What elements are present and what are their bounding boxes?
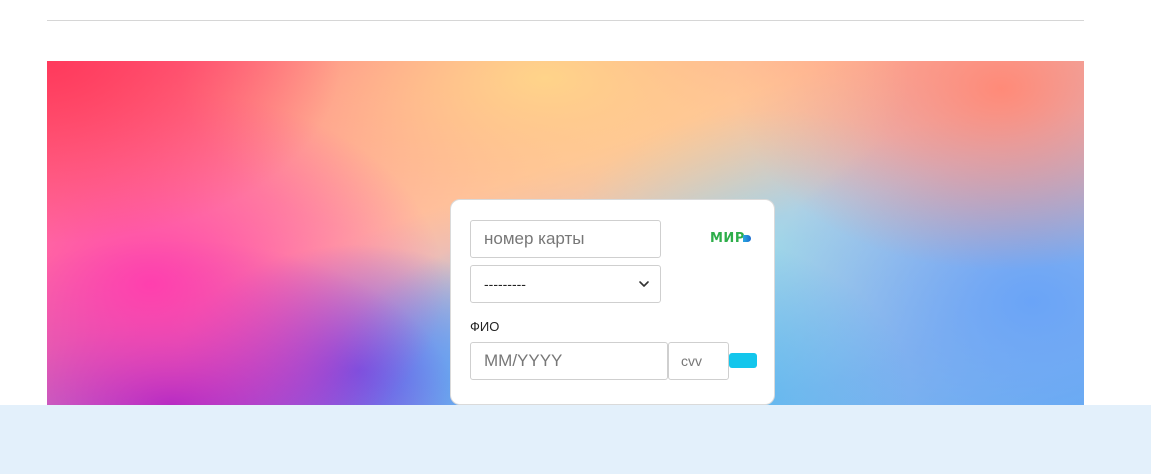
cvv-placeholder: cvv bbox=[681, 353, 702, 369]
card-type-select[interactable]: --------- bbox=[470, 265, 661, 303]
chevron-down-icon bbox=[638, 278, 650, 290]
top-divider bbox=[47, 20, 1084, 21]
card-number-placeholder: номер карты bbox=[484, 229, 585, 248]
mir-logo-mark bbox=[742, 234, 751, 242]
payment-card-form: номер карты МИР --------- ФИО MM/YYYY cv… bbox=[450, 199, 775, 405]
card-number-input[interactable]: номер карты bbox=[470, 220, 661, 258]
mir-logo-text: МИР bbox=[710, 231, 745, 246]
cvv-input[interactable]: cvv bbox=[668, 342, 729, 380]
mir-logo: МИР bbox=[710, 231, 751, 246]
gradient-hero: номер карты МИР --------- ФИО MM/YYYY cv… bbox=[47, 61, 1084, 405]
expiry-input[interactable]: MM/YYYY bbox=[470, 342, 668, 380]
submit-button[interactable] bbox=[729, 353, 757, 368]
fio-label: ФИО bbox=[470, 319, 500, 334]
footer-band bbox=[0, 405, 1151, 474]
expiry-placeholder: MM/YYYY bbox=[484, 351, 563, 370]
card-type-select-value: --------- bbox=[484, 276, 526, 292]
